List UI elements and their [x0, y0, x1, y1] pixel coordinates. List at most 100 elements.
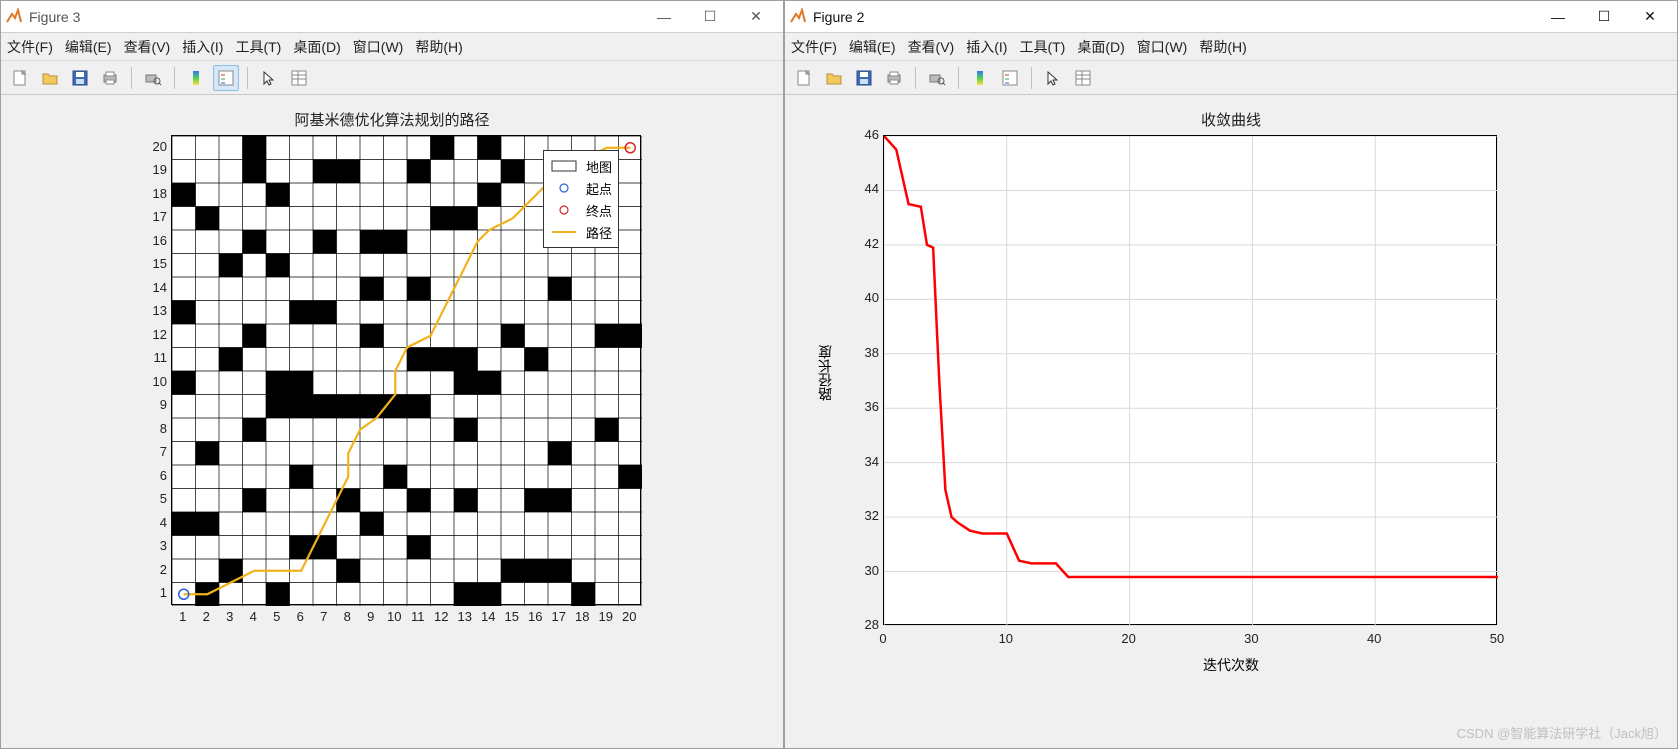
x-tick-label: 1 — [173, 609, 193, 624]
titlebar: Figure 2 — ☐ ✕ — [785, 1, 1677, 33]
menubar: 文件(F) 编辑(E) 查看(V) 插入(I) 工具(T) 桌面(D) 窗口(W… — [785, 33, 1677, 61]
x-tick-label: 40 — [1362, 631, 1386, 646]
minimize-button[interactable]: — — [1535, 2, 1581, 32]
menu-view[interactable]: 查看(V) — [908, 37, 955, 57]
menu-window[interactable]: 窗口(W) — [1137, 37, 1188, 57]
y-tick-label: 4 — [143, 515, 167, 530]
y-tick-label: 13 — [143, 303, 167, 318]
matlab-icon — [789, 8, 807, 26]
x-tick-label: 10 — [994, 631, 1018, 646]
window-controls: — ☐ ✕ — [1535, 2, 1673, 32]
colorbar-icon[interactable] — [967, 65, 993, 91]
x-tick-label: 11 — [408, 609, 428, 624]
x-tick-label: 10 — [384, 609, 404, 624]
menu-file[interactable]: 文件(F) — [7, 37, 53, 57]
toolbar — [785, 61, 1677, 95]
save-icon[interactable] — [67, 65, 93, 91]
pointer-icon[interactable] — [256, 65, 282, 91]
y-tick-label: 6 — [143, 468, 167, 483]
y-tick-label: 44 — [851, 181, 879, 196]
x-tick-label: 14 — [478, 609, 498, 624]
menu-window[interactable]: 窗口(W) — [353, 37, 404, 57]
legend[interactable]: 地图 起点 终点 路径 — [543, 150, 619, 248]
maximize-button[interactable]: ☐ — [687, 2, 733, 32]
pointer-icon[interactable] — [1040, 65, 1066, 91]
print-icon[interactable] — [97, 65, 123, 91]
colorbar-icon[interactable] — [183, 65, 209, 91]
close-button[interactable]: ✕ — [1627, 2, 1673, 32]
menu-view[interactable]: 查看(V) — [124, 37, 171, 57]
ylabel: 路径长度 — [815, 345, 835, 401]
x-tick-label: 0 — [871, 631, 895, 646]
x-tick-label: 4 — [243, 609, 263, 624]
figure-body: 收敛曲线 路径长度 迭代次数 CSDN @智能算法研学社（Jack旭） 2830… — [785, 95, 1677, 748]
x-tick-label: 16 — [525, 609, 545, 624]
figure-window-3: Figure 3 — ☐ ✕ 文件(F) 编辑(E) 查看(V) 插入(I) 工… — [0, 0, 784, 749]
print-icon[interactable] — [881, 65, 907, 91]
y-tick-label: 10 — [143, 374, 167, 389]
save-icon[interactable] — [851, 65, 877, 91]
menu-help[interactable]: 帮助(H) — [1199, 37, 1246, 57]
figure-body: 阿基米德优化算法规划的路径 地图 起点 终点 — [1, 95, 783, 748]
menu-tools[interactable]: 工具(T) — [235, 37, 281, 57]
y-tick-label: 30 — [851, 563, 879, 578]
y-tick-label: 20 — [143, 139, 167, 154]
menu-help[interactable]: 帮助(H) — [415, 37, 462, 57]
legend-label-end: 终点 — [586, 201, 612, 220]
legend-icon[interactable] — [997, 65, 1023, 91]
x-tick-label: 30 — [1239, 631, 1263, 646]
x-tick-label: 20 — [1117, 631, 1141, 646]
menu-tools[interactable]: 工具(T) — [1019, 37, 1065, 57]
legend-label-path: 路径 — [586, 223, 612, 242]
xlabel: 迭代次数 — [785, 655, 1677, 675]
legend-label-map: 地图 — [586, 157, 612, 176]
chart-title: 阿基米德优化算法规划的路径 — [1, 109, 783, 130]
y-tick-label: 17 — [143, 209, 167, 224]
legend-row-path: 路径 — [550, 221, 612, 243]
y-tick-label: 16 — [143, 233, 167, 248]
x-tick-label: 7 — [314, 609, 334, 624]
print-preview-icon[interactable] — [924, 65, 950, 91]
x-tick-label: 17 — [549, 609, 569, 624]
y-tick-label: 5 — [143, 491, 167, 506]
y-tick-label: 28 — [851, 617, 879, 632]
open-icon[interactable] — [37, 65, 63, 91]
legend-icon[interactable] — [213, 65, 239, 91]
x-tick-label: 6 — [290, 609, 310, 624]
x-tick-label: 19 — [596, 609, 616, 624]
x-tick-label: 3 — [220, 609, 240, 624]
print-preview-icon[interactable] — [140, 65, 166, 91]
menu-desktop[interactable]: 桌面(D) — [293, 37, 340, 57]
y-tick-label: 46 — [851, 127, 879, 142]
maximize-button[interactable]: ☐ — [1581, 2, 1627, 32]
property-inspector-icon[interactable] — [1070, 65, 1096, 91]
y-tick-label: 15 — [143, 256, 167, 271]
menu-insert[interactable]: 插入(I) — [182, 37, 223, 57]
minimize-button[interactable]: — — [641, 2, 687, 32]
open-icon[interactable] — [821, 65, 847, 91]
y-tick-label: 38 — [851, 345, 879, 360]
x-tick-label: 9 — [361, 609, 381, 624]
menu-desktop[interactable]: 桌面(D) — [1077, 37, 1124, 57]
menu-insert[interactable]: 插入(I) — [966, 37, 1007, 57]
close-button[interactable]: ✕ — [733, 2, 779, 32]
y-tick-label: 3 — [143, 538, 167, 553]
menu-file[interactable]: 文件(F) — [791, 37, 837, 57]
window-controls: — ☐ ✕ — [641, 2, 779, 32]
legend-row-end: 终点 — [550, 199, 612, 221]
x-tick-label: 18 — [572, 609, 592, 624]
line-axes[interactable] — [883, 135, 1497, 625]
x-tick-label: 2 — [196, 609, 216, 624]
new-icon[interactable] — [791, 65, 817, 91]
legend-row-map: 地图 — [550, 155, 612, 177]
x-tick-label: 50 — [1485, 631, 1509, 646]
y-tick-label: 42 — [851, 236, 879, 251]
new-icon[interactable] — [7, 65, 33, 91]
y-tick-label: 9 — [143, 397, 167, 412]
property-inspector-icon[interactable] — [286, 65, 312, 91]
menu-edit[interactable]: 编辑(E) — [65, 37, 112, 57]
menu-edit[interactable]: 编辑(E) — [849, 37, 896, 57]
y-tick-label: 11 — [143, 350, 167, 365]
window-title: Figure 2 — [813, 9, 1535, 25]
x-tick-label: 5 — [267, 609, 287, 624]
